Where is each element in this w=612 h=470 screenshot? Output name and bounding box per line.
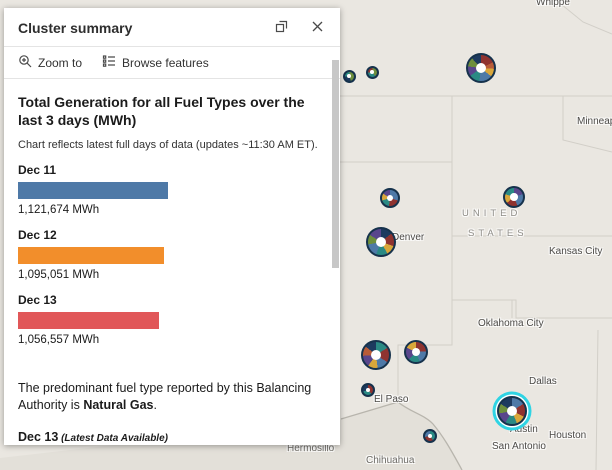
bar-row: Dec 13 1,056,557 MWh	[18, 293, 320, 346]
cluster-hole	[427, 433, 433, 439]
predominant-fuel: Natural Gas	[83, 397, 154, 412]
cluster-hole	[506, 405, 518, 417]
zoom-to-button[interactable]: Zoom to	[18, 52, 82, 73]
popup-title: Cluster summary	[18, 20, 133, 36]
map-label: Chihuahua	[366, 455, 415, 466]
bar-category-label: Dec 11	[18, 162, 57, 177]
map-label: Denver	[392, 232, 425, 243]
map-label: STATES	[468, 228, 528, 239]
map-label: Whippe	[536, 0, 570, 8]
map-label: UNITED	[462, 208, 522, 219]
bar-chart: Dec 11 1,121,674 MWh Dec 12 1,095,051 MWh De…	[18, 163, 320, 346]
bar-value: 1,095,051 MWh	[18, 268, 100, 281]
cluster-hole	[370, 70, 374, 74]
close-icon	[311, 20, 324, 36]
cluster-marker[interactable]	[342, 69, 356, 83]
cluster-marker[interactable]	[365, 65, 379, 79]
bar-value: 1,121,674 MWh	[18, 203, 100, 216]
map-label: El Paso	[374, 394, 409, 405]
bar	[18, 246, 164, 264]
cluster-marker[interactable]	[423, 429, 437, 443]
predominant-suffix: .	[153, 397, 157, 412]
predominant-text: The predominant fuel type reported by th…	[18, 380, 320, 414]
chart-title: Total Generation for all Fuel Types over…	[18, 94, 305, 129]
map-label: Minneap	[577, 116, 612, 127]
cluster-hole	[411, 347, 421, 357]
cluster-hole	[375, 236, 387, 248]
zoom-to-label: Zoom to	[38, 55, 83, 70]
cluster-hole	[510, 193, 518, 201]
cluster-marker[interactable]	[366, 227, 396, 257]
map-label: Dallas	[529, 376, 557, 387]
popup-content: Total Generation for all Fuel Types over…	[4, 79, 340, 445]
cluster-marker[interactable]	[466, 53, 496, 83]
browse-features-button[interactable]: Browse features	[102, 52, 209, 73]
cluster-hole	[347, 74, 351, 78]
map-label: Houston	[549, 430, 587, 441]
dock-icon	[274, 19, 289, 37]
bar-row: Dec 11 1,121,674 MWh	[18, 163, 320, 216]
dock-button[interactable]	[268, 17, 294, 39]
cluster-marker[interactable]	[361, 340, 391, 370]
scrollbar-thumb[interactable]	[332, 60, 339, 268]
latest-note: (Latest Data Available)	[58, 432, 168, 444]
browse-features-icon	[102, 54, 116, 71]
cluster-marker-selected[interactable]	[497, 396, 527, 426]
cluster-marker[interactable]	[503, 186, 525, 208]
latest-date: Dec 13	[18, 429, 59, 444]
cluster-hole	[475, 62, 487, 74]
browse-features-label: Browse features	[122, 55, 209, 70]
cluster-summary-popup: Cluster summary Zoom to Browse features …	[4, 8, 340, 445]
map-label: Oklahoma City	[478, 318, 544, 329]
bar-value: 1,056,557 MWh	[18, 333, 100, 346]
predominant-prefix: The predominant fuel type reported by th…	[18, 380, 312, 412]
chart-caption: Chart reflects latest full days of data …	[18, 138, 318, 151]
popup-toolbar: Zoom to Browse features	[4, 46, 340, 79]
close-button[interactable]	[304, 17, 330, 39]
cluster-hole	[365, 387, 371, 393]
cluster-marker[interactable]	[404, 340, 428, 364]
map-label: Kansas City	[549, 246, 603, 257]
cluster-hole	[386, 194, 394, 202]
popup-header: Cluster summary	[4, 8, 340, 46]
zoom-to-icon	[18, 54, 32, 71]
bar-category-label: Dec 12	[18, 227, 57, 242]
bar-row: Dec 12 1,095,051 MWh	[18, 228, 320, 281]
cluster-marker[interactable]	[361, 383, 375, 397]
cluster-marker[interactable]	[380, 188, 400, 208]
bar	[18, 181, 168, 199]
bar	[18, 311, 159, 329]
bar-category-label: Dec 13	[18, 292, 57, 307]
cluster-hole	[370, 349, 382, 361]
map-label: San Antonio	[492, 441, 546, 452]
latest-data-heading: Dec 13 (Latest Data Available)	[18, 430, 320, 444]
